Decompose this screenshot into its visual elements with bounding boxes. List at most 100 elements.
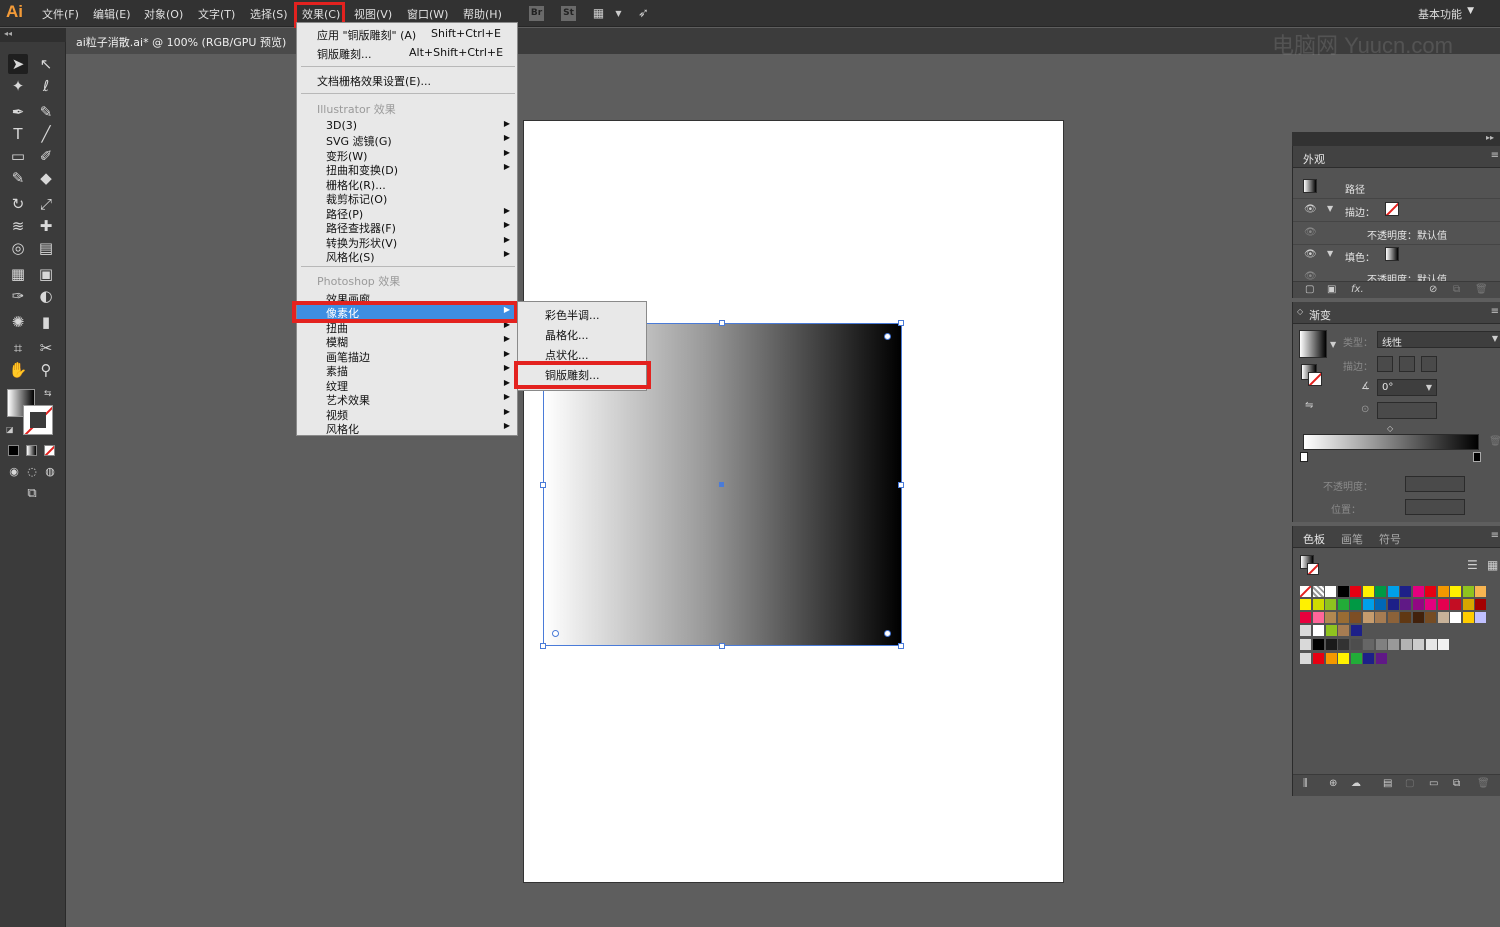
menu-distort-transform[interactable]: 扭曲和变换(D) ▶	[297, 161, 517, 177]
color-swatch[interactable]	[1400, 612, 1411, 623]
menu-path[interactable]: 路径(P) ▶	[297, 205, 517, 221]
width-tool-icon[interactable]: ≋	[8, 216, 28, 236]
menu-type[interactable]: 文字(T)	[198, 6, 235, 22]
color-swatch[interactable]	[1437, 612, 1449, 623]
color-swatch[interactable]	[1312, 586, 1324, 597]
color-swatch[interactable]	[1425, 612, 1436, 623]
menu-artistic[interactable]: 艺术效果 ▶	[297, 391, 517, 407]
color-swatch[interactable]	[1388, 639, 1399, 650]
lasso-tool-icon[interactable]: ℓ	[36, 76, 56, 96]
gradient-type-select[interactable]: 线性 ▼	[1377, 331, 1500, 349]
trash-icon[interactable]: 🗑	[1475, 284, 1488, 295]
rotate-tool-icon[interactable]: ↻	[8, 194, 28, 214]
menu-stylize-illustrator[interactable]: 风格化(S) ▶	[297, 248, 517, 264]
stroke-none-swatch[interactable]	[1385, 202, 1399, 216]
color-swatch[interactable]	[1475, 599, 1486, 610]
aspect-ratio-input[interactable]	[1377, 402, 1437, 419]
type-tool-icon[interactable]: T	[8, 124, 28, 144]
trash-icon[interactable]: 🗑	[1489, 436, 1500, 447]
chevron-down-icon[interactable]: ▼	[1327, 204, 1333, 213]
color-group-icon[interactable]	[1300, 639, 1311, 650]
menu-apply-last-effect[interactable]: 应用 "铜版雕刻" (A) Shift+Ctrl+E	[297, 26, 517, 42]
color-swatch[interactable]	[1337, 599, 1349, 610]
panel-menu-icon[interactable]: ≡	[1491, 530, 1499, 541]
menu-select[interactable]: 选择(S)	[250, 6, 288, 22]
color-swatch[interactable]	[1300, 586, 1311, 597]
panel-options-toggle-icon[interactable]: ◇	[1297, 307, 1303, 316]
blend-tool-icon[interactable]: ◐	[36, 286, 56, 306]
color-swatch[interactable]	[1400, 586, 1411, 597]
bounding-box-handle[interactable]	[898, 320, 904, 326]
color-swatch[interactable]	[1313, 653, 1324, 664]
add-new-stroke-icon[interactable]: ▢	[1305, 284, 1314, 295]
gradient-mode-icon[interactable]	[26, 445, 37, 456]
paintbrush-tool-icon[interactable]: ✐	[36, 146, 56, 166]
color-swatch[interactable]	[1375, 612, 1386, 623]
stroke-gradient-along-icon[interactable]	[1399, 356, 1415, 372]
gpu-performance-icon[interactable]: ➶	[636, 6, 651, 21]
color-swatch[interactable]	[1325, 653, 1337, 664]
chevron-down-icon[interactable]: ▼	[1330, 340, 1336, 349]
corner-widget[interactable]	[884, 630, 891, 637]
color-swatch[interactable]	[1437, 586, 1449, 597]
angle-input[interactable]: 0° ▼	[1377, 379, 1437, 396]
pen-tool-icon[interactable]: ✒	[8, 102, 28, 122]
swatch-stroke-indicator[interactable]	[1307, 563, 1319, 575]
add-new-fill-icon[interactable]: ▣	[1327, 284, 1336, 295]
color-swatch[interactable]	[1363, 653, 1374, 664]
line-tool-icon[interactable]: ╱	[36, 124, 56, 144]
color-swatch[interactable]	[1450, 599, 1461, 610]
menu-rasterize[interactable]: 栅格化(R)...	[297, 176, 517, 192]
curvature-tool-icon[interactable]: ✎	[36, 102, 56, 122]
puppet-warp-tool-icon[interactable]: ✚	[36, 216, 56, 236]
midpoint-diamond-icon[interactable]: ◇	[1387, 424, 1393, 433]
arrange-documents-icon[interactable]: ▦	[591, 6, 606, 21]
selection-tool-icon[interactable]: ➤	[8, 54, 28, 74]
rectangle-tool-icon[interactable]: ▭	[8, 146, 28, 166]
reverse-gradient-icon[interactable]: ⇋	[1305, 400, 1313, 411]
color-swatch[interactable]	[1375, 586, 1386, 597]
tab-symbols[interactable]: 符号	[1379, 531, 1401, 547]
chevron-down-icon[interactable]: ▼	[1467, 6, 1474, 16]
document-tab[interactable]: ai粒子消散.ai* @ 100% (RGB/GPU 预览)	[66, 28, 296, 54]
visibility-eye-icon[interactable]: 👁	[1304, 227, 1317, 238]
collapse-dock-icon[interactable]: ▸▸	[1486, 133, 1494, 142]
stock-icon[interactable]: St	[561, 6, 576, 21]
swap-fill-stroke-icon[interactable]: ⇆	[44, 389, 52, 399]
menu-crop-marks[interactable]: 裁剪标记(O)	[297, 190, 517, 206]
cc-libraries-icon[interactable]: ☁	[1351, 778, 1361, 789]
color-swatch[interactable]	[1475, 586, 1486, 597]
color-mode-icon[interactable]	[8, 445, 19, 456]
new-folder-icon[interactable]: ▭	[1429, 778, 1438, 789]
menu-help[interactable]: 帮助(H)	[463, 6, 502, 22]
new-swatch-icon[interactable]: ⧉	[1453, 778, 1460, 789]
gradient-stop-white[interactable]	[1300, 452, 1308, 462]
stroke-label[interactable]: 描边：	[1345, 204, 1375, 219]
color-swatch[interactable]	[1387, 612, 1399, 623]
color-swatch[interactable]	[1412, 586, 1424, 597]
color-swatch[interactable]	[1312, 612, 1324, 623]
stroke-swatch[interactable]	[23, 405, 53, 435]
menu-sketch[interactable]: 素描 ▶	[297, 362, 517, 378]
color-swatch[interactable]	[1325, 625, 1337, 636]
color-swatch[interactable]	[1462, 586, 1474, 597]
eraser-tool-icon[interactable]: ◆	[36, 168, 56, 188]
visibility-eye-icon[interactable]: 👁	[1304, 249, 1317, 260]
color-swatch[interactable]	[1450, 586, 1461, 597]
screen-mode-icon[interactable]: ⧉	[22, 484, 42, 504]
menu-video[interactable]: 视频 ▶	[297, 406, 517, 422]
color-swatch[interactable]	[1413, 639, 1424, 650]
color-swatch[interactable]	[1438, 639, 1449, 650]
artboard-tool-icon[interactable]: ⌗	[8, 338, 28, 358]
trash-icon[interactable]: 🗑	[1477, 778, 1490, 789]
color-swatch[interactable]	[1400, 639, 1412, 650]
color-swatch[interactable]	[1462, 599, 1474, 610]
menu-3d[interactable]: 3D(3) ▶	[297, 118, 517, 133]
color-swatch[interactable]	[1338, 653, 1349, 664]
color-group-icon[interactable]	[1300, 653, 1311, 664]
color-swatch[interactable]	[1425, 586, 1436, 597]
menu-document-raster-settings[interactable]: 文档栅格效果设置(E)...	[297, 72, 517, 88]
submenu-color-halftone[interactable]: 彩色半调...	[545, 307, 600, 323]
color-swatch[interactable]	[1363, 639, 1374, 650]
draw-inside-icon[interactable]: ◍	[40, 462, 60, 482]
